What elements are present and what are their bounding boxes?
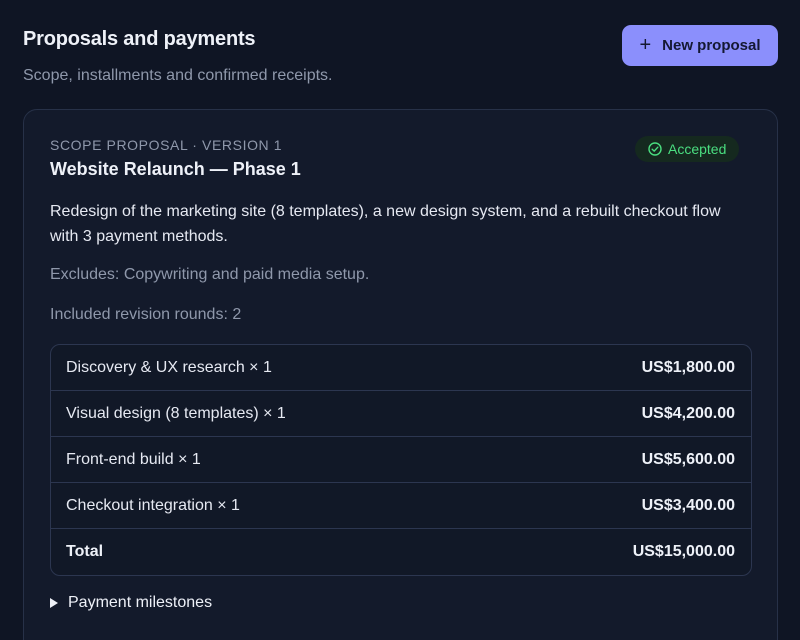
line-item-label: Visual design (8 templates) × 1 xyxy=(66,404,286,422)
check-circle-icon xyxy=(648,142,662,156)
payment-milestones-label: Payment milestones xyxy=(68,594,213,611)
total-amount: US$15,000.00 xyxy=(632,543,735,560)
payment-milestones-toggle[interactable]: Payment milestones xyxy=(50,594,212,612)
proposal-description: Redesign of the marketing site (8 templa… xyxy=(50,203,721,245)
disclosure-triangle-icon xyxy=(50,598,58,608)
line-item-label: Front-end build × 1 xyxy=(66,450,201,468)
line-item-amount: US$1,800.00 xyxy=(641,358,735,376)
line-item-label: Discovery & UX research × 1 xyxy=(66,358,272,376)
status-badge: Accepted xyxy=(635,136,740,162)
line-item-amount: US$3,400.00 xyxy=(641,496,735,514)
status-label: Accepted xyxy=(668,141,727,157)
table-row: Discovery & UX research × 1 US$1,800.00 xyxy=(51,345,751,391)
page-title: Proposals and payments xyxy=(23,28,256,50)
line-item-amount: US$5,600.00 xyxy=(641,450,735,468)
line-items-table: Discovery & UX research × 1 US$1,800.00 … xyxy=(50,344,752,576)
line-item-amount: US$4,200.00 xyxy=(641,404,735,422)
total-row: Total US$15,000.00 xyxy=(51,529,751,575)
plus-icon: + xyxy=(639,33,652,56)
proposal-card: SCOPE PROPOSAL · VERSION 1 Website Relau… xyxy=(23,109,778,640)
table-row: Checkout integration × 1 US$3,400.00 xyxy=(51,483,751,529)
revision-rounds: Included revision rounds: 2 xyxy=(50,306,242,323)
line-item-label: Checkout integration × 1 xyxy=(66,496,240,514)
proposal-excludes: Excludes: Copywriting and paid media set… xyxy=(50,266,370,283)
page-subtitle: Scope, installments and confirmed receip… xyxy=(23,67,333,84)
proposal-eyebrow: SCOPE PROPOSAL · VERSION 1 xyxy=(50,137,283,153)
total-label: Total xyxy=(66,543,104,560)
page: Proposals and payments Scope, installmen… xyxy=(0,0,800,640)
table-row: Front-end build × 1 US$5,600.00 xyxy=(51,437,751,483)
new-proposal-button[interactable]: + New proposal xyxy=(622,25,778,66)
table-row: Visual design (8 templates) × 1 US$4,200… xyxy=(51,391,751,437)
proposal-title: Website Relaunch — Phase 1 xyxy=(50,159,301,179)
new-proposal-label: New proposal xyxy=(662,37,761,54)
